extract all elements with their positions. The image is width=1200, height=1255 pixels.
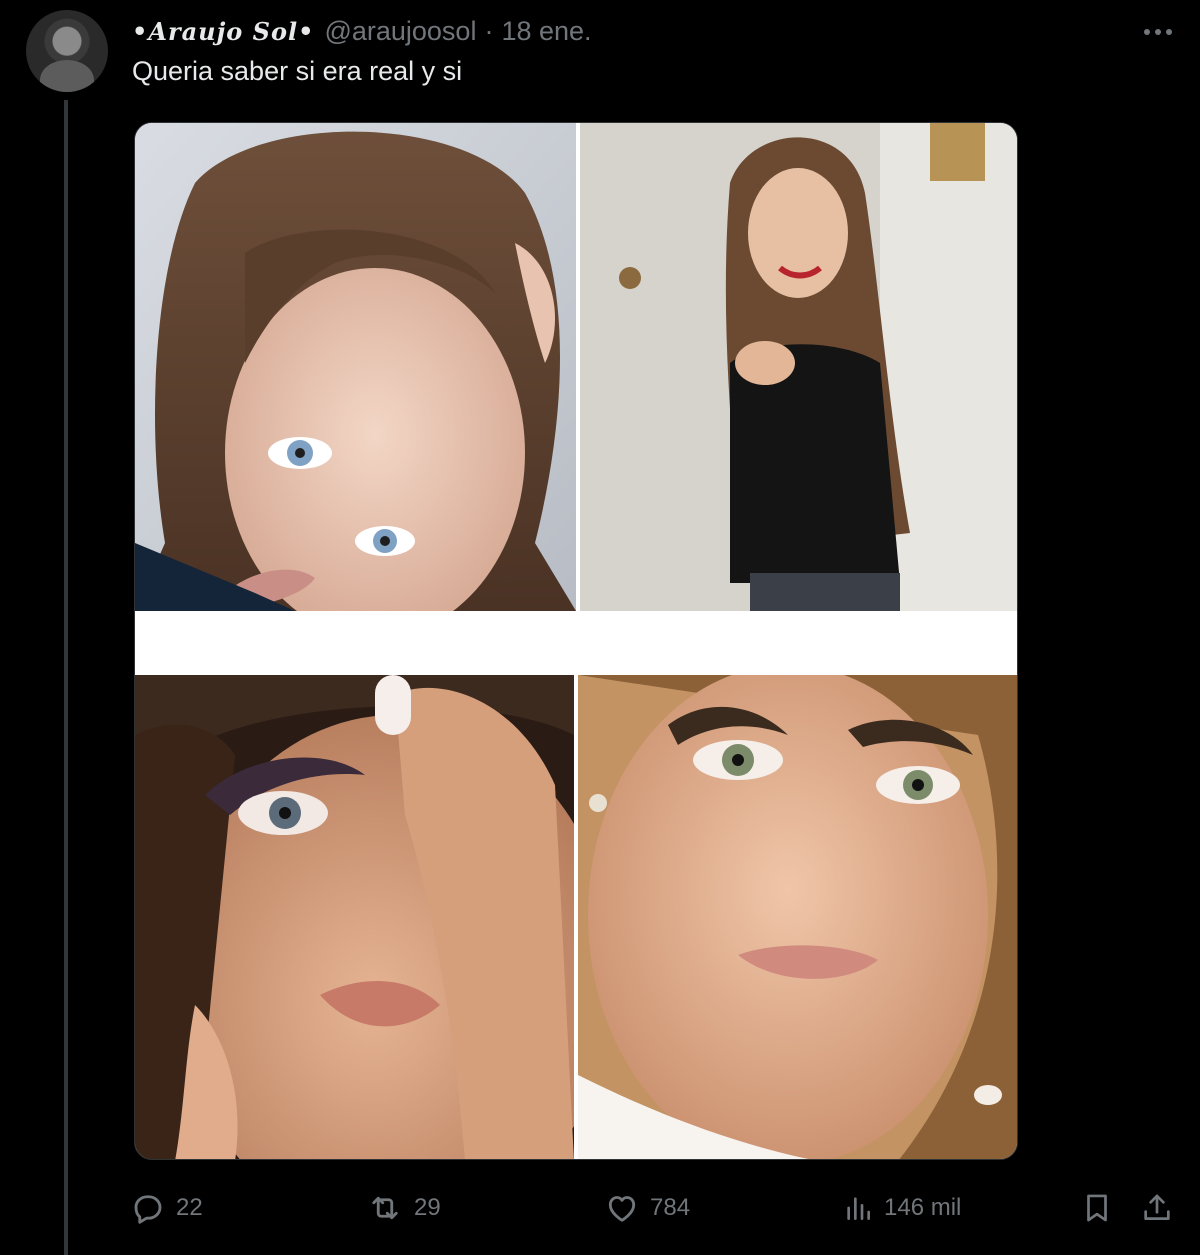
tweet-text: Queria saber si era real y si [132,56,463,86]
avatar[interactable] [26,10,108,92]
tweet-actions: 22 29 784 146 mil [0,1182,1200,1234]
photo-bottom-right[interactable] [578,675,1017,1159]
like-count: 784 [650,1194,691,1221]
photo-top-right[interactable] [580,123,1017,611]
bookmark-button[interactable] [1080,1182,1114,1234]
retweet-count: 29 [414,1194,441,1221]
heart-icon [604,1190,640,1226]
reply-count: 22 [176,1194,203,1221]
views-count: 146 mil [884,1194,962,1221]
header-separator: · [484,15,494,46]
views-chart-icon [842,1190,874,1226]
retweet-icon [366,1190,404,1226]
reply-button[interactable]: 22 [130,1182,203,1234]
avatar-shoulders [40,60,94,92]
bookmark-icon [1080,1190,1114,1226]
share-button[interactable] [1140,1182,1174,1234]
views-button[interactable]: 146 mil [842,1182,961,1234]
media-grid[interactable] [134,122,1018,1160]
photo-bottom-left[interactable] [135,675,574,1159]
display-name[interactable]: •Araujo Sol• [132,17,314,46]
like-button[interactable]: 784 [604,1182,690,1234]
photo-top-left[interactable] [135,123,576,611]
thread-line [64,100,68,1255]
tweet-header: •Araujo Sol• @araujoosol · 18 ene. [132,14,592,48]
tweet-date[interactable]: 18 ene. [501,16,591,47]
share-icon [1140,1190,1174,1226]
more-horizontal-icon[interactable] [1140,18,1176,46]
retweet-button[interactable]: 29 [366,1182,441,1234]
user-handle[interactable]: @araujoosol [324,16,476,47]
reply-icon [130,1190,166,1226]
